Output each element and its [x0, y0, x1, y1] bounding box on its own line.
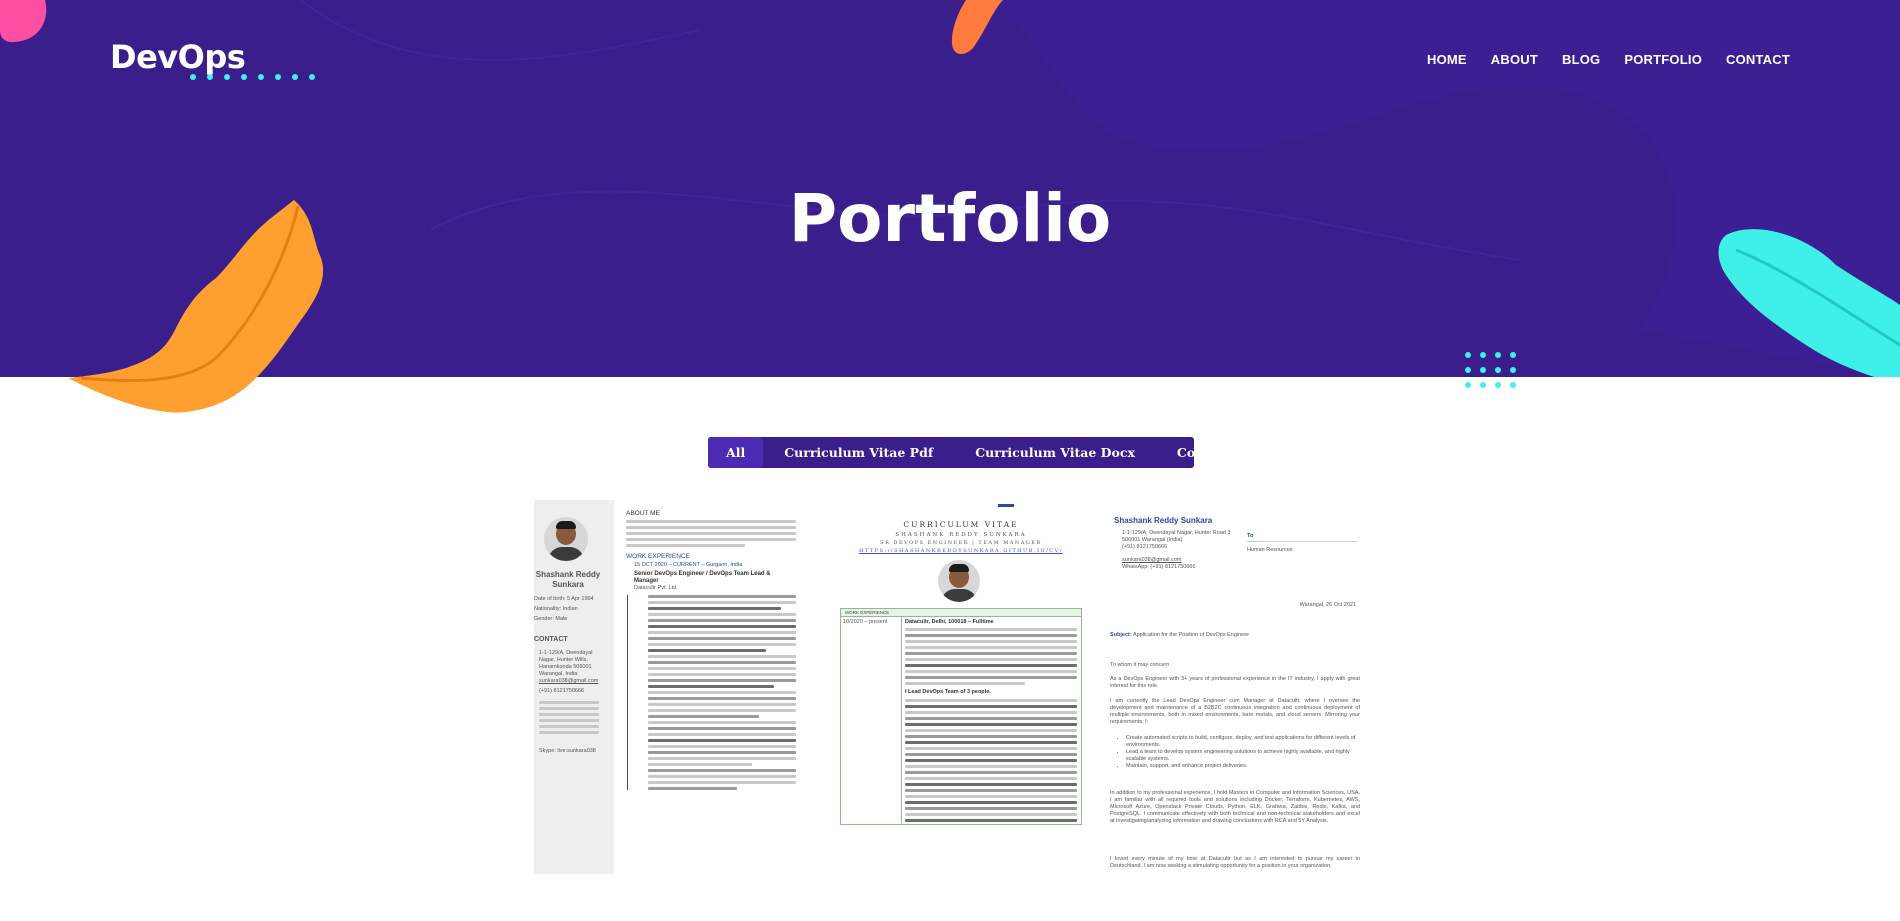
docx-table: WORK EXPERIENCE 10/2020 – present Datacu… — [840, 608, 1082, 825]
cover-bullet-3: Maintain, support, and enhance project d… — [1126, 763, 1366, 770]
cv-job-title: Senior DevOps Engineer / DevOps Team Lea… — [634, 571, 771, 584]
nav-home[interactable]: HOME — [1427, 52, 1467, 67]
filter-all[interactable]: All — [708, 437, 764, 468]
portfolio-card-cv-pdf[interactable]: Shashank Reddy Sunkara Date of birth: 5 … — [534, 500, 800, 874]
cv-sidebar: Shashank Reddy Sunkara Date of birth: 5 … — [534, 500, 614, 874]
filter-cv-pdf[interactable]: Curriculum Vitae Pdf — [763, 437, 954, 468]
cover-subject-label: Subject: — [1110, 632, 1132, 638]
nav-portfolio[interactable]: PORTFOLIO — [1624, 52, 1702, 67]
docx-avatar — [938, 560, 980, 602]
cover-greeting: To whom it may concern — [1110, 662, 1170, 668]
pink-leaf-decoration — [0, 0, 47, 43]
cv-links-placeholder — [539, 698, 599, 737]
docx-company: Datacultr, Delhi, 100018 – Fulltime — [905, 619, 994, 625]
cover-bullets: Create automated scripts to build, confi… — [1114, 735, 1366, 770]
cv-contact-heading: CONTACT — [534, 636, 568, 643]
cv-work-heading: WORK EXPERIENCE — [626, 553, 690, 560]
cover-to-value: Human Resources — [1247, 547, 1293, 553]
dots-grid-decoration — [1465, 352, 1516, 388]
cover-paragraph-4: I loved every minute of my time at Datac… — [1110, 856, 1360, 869]
cv-gender: Gender: Male — [534, 616, 568, 622]
cv-main: ABOUT ME WORK EXPERIENCE 15 OCT 2020 – C… — [626, 510, 796, 793]
cv-nationality: Nationality: Indian — [534, 606, 578, 612]
cv-about-heading: ABOUT ME — [626, 510, 660, 517]
main-navigation: HOME ABOUT BLOG PORTFOLIO CONTACT — [1427, 52, 1790, 67]
cover-bullet-1: Create automated scripts to build, confi… — [1126, 735, 1366, 749]
cv-phone: (+91) 8121750666 — [539, 688, 585, 694]
cover-paragraph-1: As a DevOps Engineer with 3+ years of pr… — [1110, 676, 1360, 689]
orange-leaf-decoration — [68, 200, 324, 413]
cv-name: Shashank Reddy Sunkara — [535, 570, 601, 589]
cv-company: Datacultr Pvt. Ltd. — [634, 585, 678, 591]
docx-heading: CURRICULUM VITAE — [903, 520, 1019, 529]
docx-top-bar — [998, 504, 1014, 507]
docx-date: 10/2020 – present — [843, 619, 888, 625]
cover-address: 1-1-129/A, Deendayal Nagar, Hunter Road … — [1122, 530, 1231, 536]
filter-cv-docx[interactable]: Curriculum Vitae Docx — [954, 437, 1156, 468]
cover-email: sunkara038@gmail.com — [1122, 557, 1182, 563]
filter-cover-letter[interactable]: Cover Letter — [1156, 437, 1285, 468]
portfolio-filter-tabs: All Curriculum Vitae Pdf Curriculum Vita… — [708, 437, 1264, 468]
avatar — [544, 517, 588, 561]
cv-email: sunkara038@gmail.com — [539, 678, 599, 684]
cover-to-label: To — [1247, 533, 1254, 539]
docx-name: SHASHANK REDDY SUNKARA — [895, 532, 1027, 538]
portfolio-card-cover-letter[interactable]: Shashank Reddy Sunkara 1-1-129/A, Deenda… — [1108, 500, 1366, 874]
portfolio-card-cv-docx[interactable]: CURRICULUM VITAE SHASHANK REDDY SUNKARA … — [828, 500, 1094, 874]
docx-link[interactable]: HTTPS://SHASHANKREDDYSUNKARA.GITHUB.IO/C… — [828, 548, 1094, 554]
cv-bullets-placeholder — [627, 595, 796, 790]
nav-contact[interactable]: CONTACT — [1726, 52, 1790, 67]
nav-blog[interactable]: BLOG — [1562, 52, 1600, 67]
site-logo[interactable]: DevOps — [110, 38, 246, 76]
cover-subject-text: Application for the Position of DevOps E… — [1132, 632, 1250, 638]
cover-whatsapp: WhatsApp: (+91) 8121750666 — [1122, 564, 1196, 570]
cover-date: Warangal, 26 Oct 2021 — [1299, 602, 1356, 608]
docx-work-label: WORK EXPERIENCE — [841, 609, 1081, 617]
docx-content-col: Datacultr, Delhi, 100018 – Fulltime I Le… — [905, 619, 1077, 825]
cv-skype: Skype: live:sunkara038 — [539, 748, 596, 754]
cover-subject: Subject: Application for the Position of… — [1110, 632, 1360, 638]
cover-city: 506001 Warangal (India) — [1122, 537, 1183, 543]
cover-phone: (+91) 8121750666 — [1122, 544, 1168, 550]
cover-to-rule — [1247, 541, 1357, 542]
orange-leaf-small-decoration — [951, 0, 1003, 55]
nav-about[interactable]: ABOUT — [1491, 52, 1538, 67]
cv-birth: Date of birth: 5 Apr 1994 — [534, 596, 594, 602]
cover-name: Shashank Reddy Sunkara — [1114, 516, 1213, 525]
cover-paragraph-3: In addition to my professional experienc… — [1110, 790, 1360, 824]
cover-paragraph-2: I am currently the Lead DevOps Engineer … — [1110, 698, 1360, 725]
docx-date-col: 10/2020 – present — [841, 617, 902, 823]
cv-job-date: 15 OCT 2020 – CURRENT – Gurgaon, India — [634, 562, 743, 568]
docx-bullets-title: I Lead DevOps Team of 3 people. — [905, 689, 991, 695]
cover-bullet-2: Lead a team to develop system engineerin… — [1126, 749, 1366, 763]
cv-address: 1-1-129/A, Deendayal Nagar, Hunter Wills… — [539, 650, 593, 677]
docx-subtitle: SR DEVOPS ENGINEER | TEAM MANAGER — [880, 540, 1042, 546]
